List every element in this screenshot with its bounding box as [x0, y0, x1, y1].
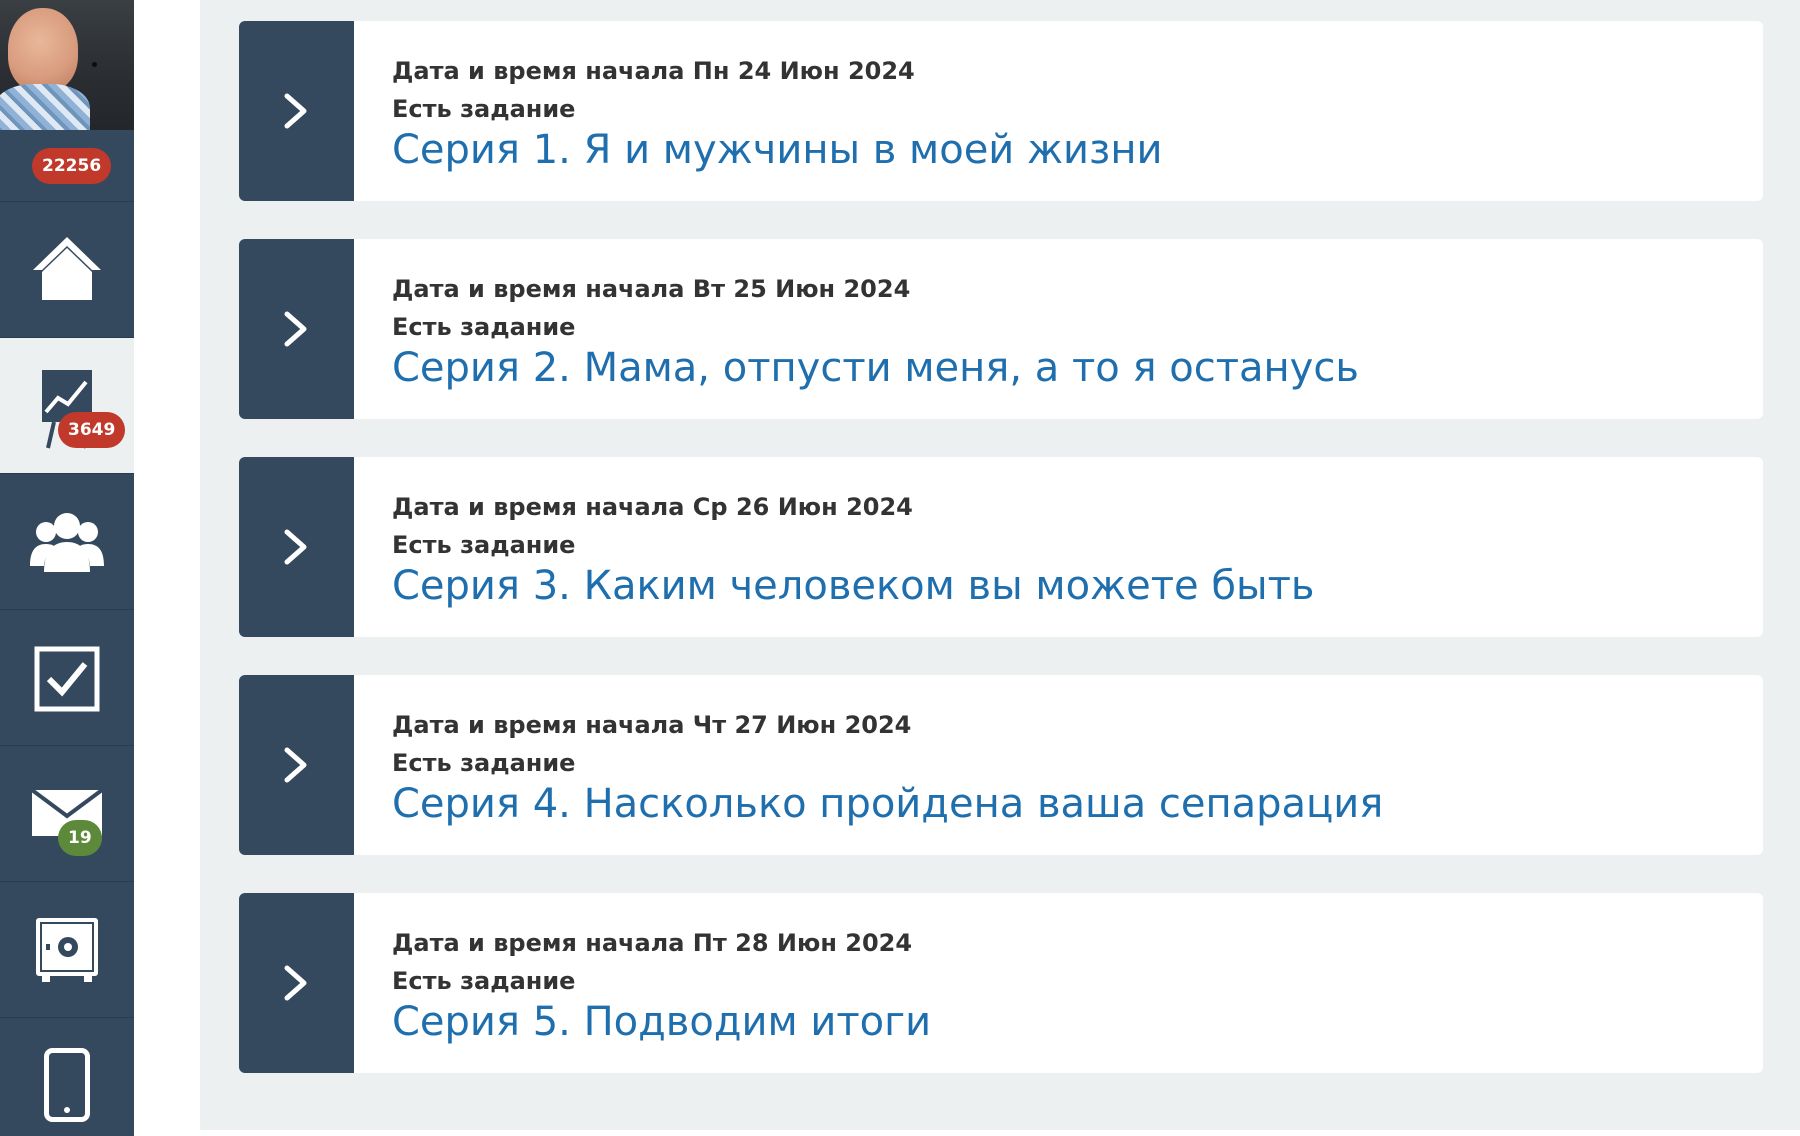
expand-button[interactable] — [239, 21, 354, 201]
expand-button[interactable] — [239, 457, 354, 637]
series-card: Дата и время начала Пн 24 Июн 2024 Есть … — [239, 21, 1763, 201]
phone-icon — [44, 1048, 90, 1122]
series-start-date: Дата и время начала Пн 24 Июн 2024 — [392, 57, 915, 85]
sidebar-item-messages[interactable]: 19 — [0, 746, 134, 882]
series-start-date: Дата и время начала Чт 27 Июн 2024 — [392, 711, 912, 739]
series-title-link[interactable]: Серия 3. Каким человеком вы можете быть — [392, 563, 1314, 609]
series-start-date: Дата и время начала Вт 25 Июн 2024 — [392, 275, 911, 303]
chevron-right-icon — [284, 747, 307, 783]
safe-icon — [36, 918, 98, 982]
series-task-status: Есть задание — [392, 531, 576, 559]
sidebar-item-home[interactable] — [0, 202, 134, 338]
expand-button[interactable] — [239, 675, 354, 855]
series-task-status: Есть задание — [392, 95, 576, 123]
sidebar-item-stats[interactable]: 3649 — [0, 338, 134, 474]
series-title-link[interactable]: Серия 4. Насколько пройдена ваша сепарац… — [392, 781, 1383, 827]
series-title-link[interactable]: Серия 2. Мама, отпусти меня, а то я оста… — [392, 345, 1359, 391]
series-card: Дата и время начала Вт 25 Июн 2024 Есть … — [239, 239, 1763, 419]
sidebar-item-tasks[interactable] — [0, 610, 134, 746]
series-title-link[interactable]: Серия 1. Я и мужчины в моей жизни — [392, 127, 1162, 173]
sidebar-item-groups[interactable] — [0, 474, 134, 610]
avatar[interactable] — [0, 0, 134, 130]
chevron-right-icon — [284, 529, 307, 565]
series-card: Дата и время начала Пт 28 Июн 2024 Есть … — [239, 893, 1763, 1073]
expand-button[interactable] — [239, 893, 354, 1073]
series-task-status: Есть задание — [392, 967, 576, 995]
chevron-right-icon — [284, 93, 307, 129]
sidebar: 22256 3649 19 — [0, 0, 134, 1136]
stats-badge: 3649 — [58, 412, 126, 448]
series-title-link[interactable]: Серия 5. Подводим итоги — [392, 999, 931, 1045]
expand-button[interactable] — [239, 239, 354, 419]
users-icon — [30, 513, 104, 572]
series-task-status: Есть задание — [392, 313, 576, 341]
sidebar-item-safe[interactable] — [0, 882, 134, 1018]
checkbox-icon — [34, 646, 100, 712]
notifications-badge: 22256 — [32, 148, 112, 184]
series-start-date: Дата и время начала Пт 28 Июн 2024 — [392, 929, 913, 957]
sidebar-item-mobile[interactable] — [0, 1018, 134, 1136]
series-card: Дата и время начала Ср 26 Июн 2024 Есть … — [239, 457, 1763, 637]
chevron-right-icon — [284, 311, 307, 347]
messages-badge: 19 — [58, 820, 102, 856]
home-icon — [33, 237, 101, 300]
chevron-right-icon — [284, 965, 307, 1001]
app: 22256 3649 19 Дата и время начала Пн 24 … — [0, 0, 1800, 1136]
series-list: Дата и время начала Пн 24 Июн 2024 Есть … — [200, 0, 1800, 1130]
series-card: Дата и время начала Чт 27 Июн 2024 Есть … — [239, 675, 1763, 855]
series-start-date: Дата и время начала Ср 26 Июн 2024 — [392, 493, 913, 521]
series-task-status: Есть задание — [392, 749, 576, 777]
notifications-cell[interactable]: 22256 — [0, 130, 134, 202]
